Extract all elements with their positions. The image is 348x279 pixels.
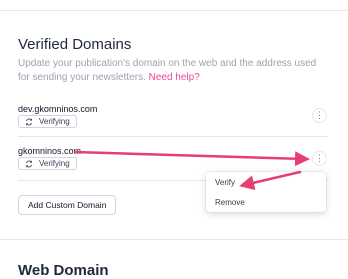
arrow-to-more-button [73, 150, 310, 167]
row-divider [18, 136, 328, 137]
refresh-icon [26, 118, 32, 125]
menu-item-remove[interactable]: Remove [215, 198, 245, 207]
status-label: Verifying [39, 117, 70, 126]
more-vertical-icon: ⋮ [315, 153, 324, 163]
next-section-title: Web Domain [18, 262, 109, 279]
need-help-link[interactable]: Need help? [149, 72, 200, 83]
section-description: Update your publication's domain on the … [18, 57, 318, 85]
section-divider [0, 239, 348, 240]
domain-more-button[interactable]: ⋮ [312, 108, 327, 123]
top-divider [0, 0, 348, 11]
page-title: Verified Domains [18, 36, 132, 53]
status-label: Verifying [39, 159, 70, 168]
domain-actions-menu: Verify Remove [206, 172, 326, 212]
domain-name: gkomninos.com [18, 146, 82, 156]
more-vertical-icon: ⋮ [315, 110, 324, 120]
status-badge: Verifying [18, 115, 77, 128]
status-badge: Verifying [18, 157, 77, 170]
add-custom-domain-button[interactable]: Add Custom Domain [18, 195, 117, 215]
menu-item-verify[interactable]: Verify [215, 178, 235, 187]
domain-more-button[interactable]: ⋮ [312, 151, 327, 166]
domain-name: dev.gkomninos.com [18, 104, 98, 114]
refresh-icon [26, 160, 32, 167]
